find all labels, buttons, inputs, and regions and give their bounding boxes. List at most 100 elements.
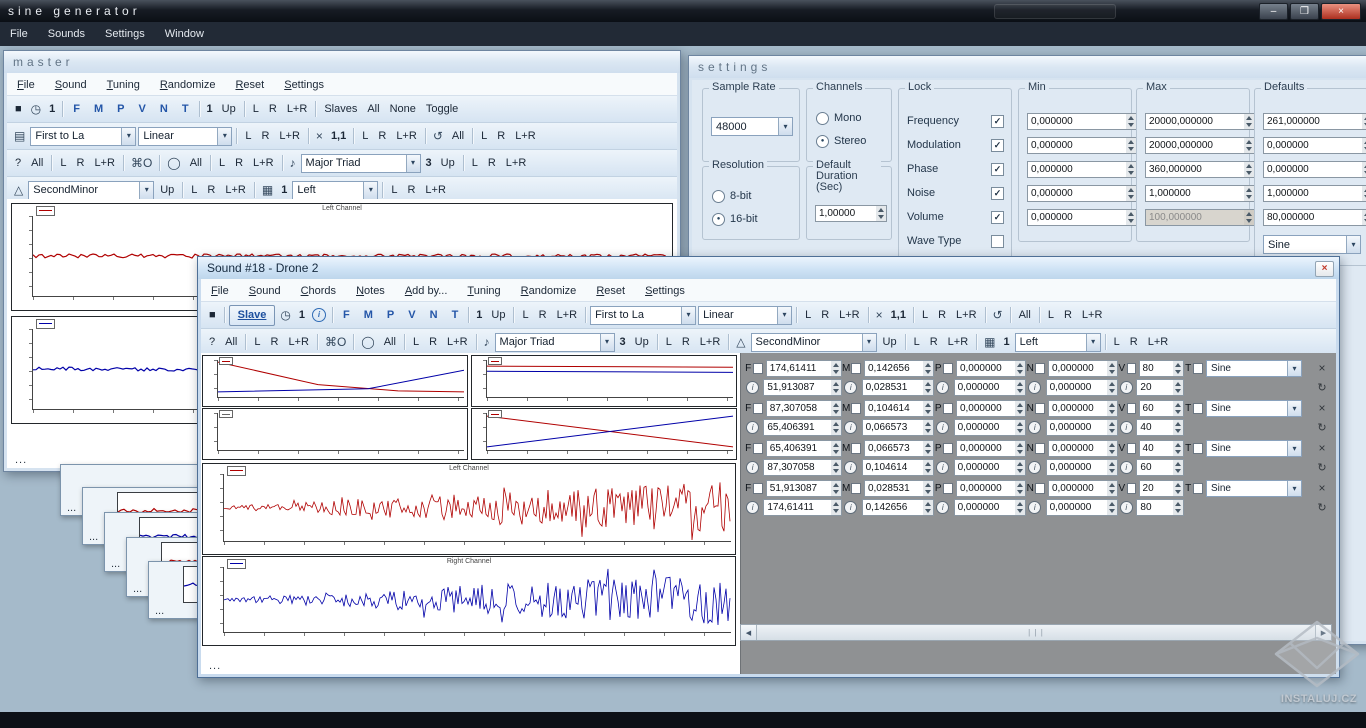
param-p-field[interactable]: 0,000000 (956, 400, 1026, 417)
param-p-sub-field[interactable]: 0,000000 (954, 419, 1026, 436)
default-frequency-spinner[interactable]: 261,000000 (1263, 113, 1366, 130)
menu-item[interactable]: File (202, 281, 238, 300)
circle-icon[interactable]: ◯ (358, 333, 377, 352)
param-checkbox[interactable] (851, 443, 861, 454)
right-button[interactable]: R (231, 154, 247, 173)
triangle-icon[interactable]: △ (733, 333, 748, 352)
param-checkbox[interactable] (753, 443, 762, 454)
param-n-sub-field[interactable]: 0,000000 (1046, 379, 1118, 396)
param-m-field[interactable]: 0,142656 (864, 360, 934, 377)
param-checkbox[interactable] (1127, 403, 1136, 414)
param-f-field[interactable]: 87,307058 (766, 400, 842, 417)
param-checkbox[interactable] (1193, 443, 1203, 454)
left-button[interactable]: L (918, 306, 932, 325)
frequency-toggle[interactable]: F (337, 306, 356, 325)
all-button[interactable]: All (448, 127, 468, 146)
factor-value[interactable]: 1,1 (328, 127, 349, 146)
wave-type-combo[interactable]: Sine (1206, 360, 1302, 377)
left-button[interactable]: L (1110, 333, 1124, 352)
triangle-icon[interactable]: △ (11, 181, 26, 200)
rotate-icon[interactable]: ↺ (990, 306, 1006, 325)
right-button[interactable]: R (535, 306, 551, 325)
sound-titlebar[interactable]: Sound #18 - Drone 2 × (198, 257, 1339, 279)
param-p-sub-field[interactable]: 0,000000 (954, 459, 1026, 476)
param-checkbox[interactable] (1193, 403, 1203, 414)
left-right-button[interactable]: L+R (90, 154, 119, 173)
stereo-radio[interactable]: ● Stereo (816, 134, 866, 148)
swap-button[interactable]: ↻ (1315, 501, 1329, 514)
param-checkbox[interactable] (1035, 403, 1045, 414)
menu-item[interactable]: Settings (96, 25, 154, 44)
grid-icon[interactable]: ▦ (981, 333, 998, 352)
volume-toggle[interactable]: V (133, 100, 152, 119)
param-p-sub-field[interactable]: 0,000000 (954, 379, 1026, 396)
left-right-button[interactable]: L+R (952, 306, 981, 325)
curve-combo[interactable]: Linear (698, 306, 792, 325)
left-button[interactable]: L (250, 333, 264, 352)
param-m-sub-field[interactable]: 0,142656 (862, 499, 934, 516)
left-button[interactable]: L (801, 306, 815, 325)
param-v-field[interactable]: 40 (1139, 440, 1184, 457)
right-button[interactable]: R (425, 333, 441, 352)
stop-button[interactable]: ■ (205, 306, 220, 325)
pan-combo[interactable]: Left (1015, 333, 1101, 352)
command-icon[interactable]: ⌘O (128, 154, 155, 173)
app-titlebar[interactable]: sine generator – ❐ × (0, 0, 1366, 22)
right-button[interactable]: R (374, 127, 390, 146)
param-checkbox[interactable] (1127, 483, 1136, 494)
randomize-button[interactable]: ? (205, 333, 219, 352)
multiply-icon[interactable]: × (313, 127, 326, 146)
param-f-sub-field[interactable]: 87,307058 (763, 459, 842, 476)
param-checkbox[interactable] (1035, 483, 1045, 494)
default-volume-spinner[interactable]: 80,000000 (1263, 209, 1366, 226)
menu-item[interactable]: Reset (226, 75, 273, 94)
step-count[interactable]: 1 (473, 306, 485, 325)
up-button[interactable]: Up (437, 154, 459, 173)
left-right-button[interactable]: L+R (392, 127, 421, 146)
left-right-button[interactable]: L+R (511, 127, 540, 146)
left-right-button[interactable]: L+R (1078, 306, 1107, 325)
left-button[interactable]: L (249, 100, 263, 119)
multiply-icon[interactable]: × (873, 306, 886, 325)
interval-combo[interactable]: SecondMinor (28, 181, 154, 200)
left-button[interactable]: L (215, 154, 229, 173)
left-right-button[interactable]: L+R (696, 333, 725, 352)
wavetype-toggle[interactable]: T (446, 306, 465, 325)
param-checkbox[interactable] (943, 443, 953, 454)
param-v-field[interactable]: 80 (1139, 360, 1184, 377)
swap-button[interactable]: ↻ (1315, 381, 1329, 394)
all-button[interactable]: All (221, 333, 241, 352)
menu-item[interactable]: Sound (46, 75, 96, 94)
param-p-sub-field[interactable]: 0,000000 (954, 499, 1026, 516)
right-button[interactable]: R (265, 100, 281, 119)
menu-item[interactable]: Randomize (512, 281, 586, 300)
param-checkbox[interactable] (753, 483, 762, 494)
param-checkbox[interactable] (1035, 443, 1045, 454)
order-combo[interactable]: First to La (30, 127, 136, 146)
close-button[interactable]: × (1321, 3, 1361, 20)
modulation-lock-checkbox[interactable]: ✓ (991, 139, 1004, 152)
chord-count[interactable]: 3 (423, 154, 435, 173)
right-button[interactable]: R (926, 333, 942, 352)
left-button[interactable]: L (387, 181, 401, 200)
remove-button[interactable]: × (1315, 481, 1329, 495)
frequency-toggle[interactable]: F (67, 100, 86, 119)
right-button[interactable]: R (203, 181, 219, 200)
param-m-sub-field[interactable]: 0,104614 (862, 459, 934, 476)
wave-type-combo[interactable]: Sine (1206, 440, 1302, 457)
param-checkbox[interactable] (851, 403, 861, 414)
default-noise-spinner[interactable]: 1,000000 (1263, 185, 1366, 202)
param-checkbox[interactable] (1193, 363, 1203, 374)
up-button[interactable]: Up (156, 181, 178, 200)
param-n-field[interactable]: 0,000000 (1048, 440, 1118, 457)
param-f-field[interactable]: 65,406391 (766, 440, 842, 457)
left-button[interactable]: L (358, 127, 372, 146)
pan-count[interactable]: 1 (1001, 333, 1013, 352)
grid-icon[interactable]: ▦ (259, 181, 276, 200)
clock-icon[interactable]: ◷ (28, 100, 44, 119)
menu-item[interactable]: Add by... (396, 281, 457, 300)
remove-button[interactable]: × (1315, 401, 1329, 415)
right-button[interactable]: R (493, 127, 509, 146)
menu-item[interactable]: Settings (275, 75, 333, 94)
left-right-button[interactable]: L+R (835, 306, 864, 325)
